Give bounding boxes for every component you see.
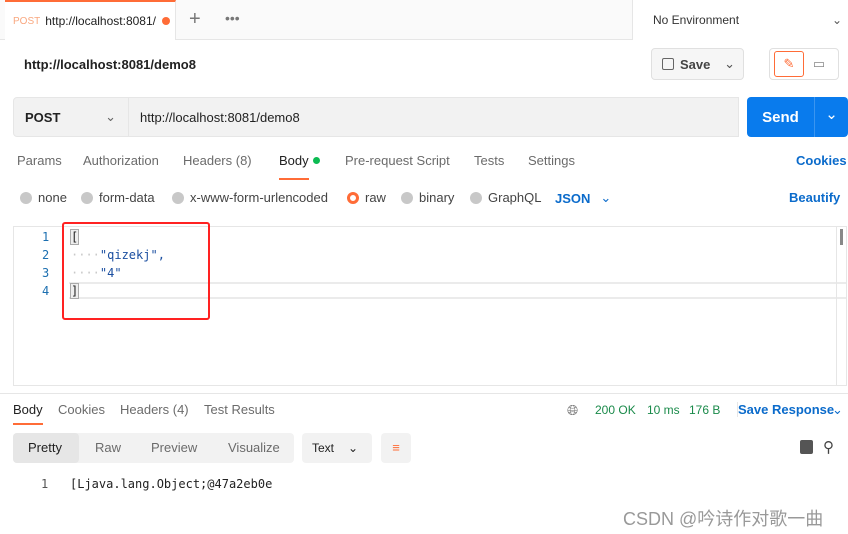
body-indicator-icon (313, 157, 320, 164)
tab-headers[interactable]: Headers (8) (183, 153, 252, 168)
radio-label: form-data (99, 190, 155, 205)
line-number: 3 (42, 266, 50, 280)
tab-body[interactable]: Body (279, 153, 309, 180)
tab-settings[interactable]: Settings (528, 153, 575, 168)
request-tab[interactable]: POST http://localhost:8081/ (5, 0, 176, 40)
radio-raw[interactable]: raw (347, 190, 386, 205)
radio-binary[interactable]: binary (401, 190, 454, 205)
radio-label: x-www-form-urlencoded (190, 190, 328, 205)
save-icon (662, 58, 674, 70)
tab-authorization[interactable]: Authorization (83, 153, 159, 168)
view-pretty[interactable]: Pretty (28, 440, 62, 455)
environment-select[interactable]: No Environment ⌄ (632, 0, 848, 40)
tab-title: http://localhost:8081/ (45, 14, 156, 28)
radio-icon (81, 191, 93, 204)
watermark: CSDN @吟诗作对歌一曲 (623, 509, 824, 529)
tab-response-body[interactable]: Body (13, 402, 43, 425)
status-code: 200 OK (595, 403, 636, 417)
line-number: 4 (42, 284, 50, 298)
line-number: 1 (41, 477, 49, 491)
format-select[interactable]: JSON ⌄ (555, 190, 611, 206)
tab-pre-request-script[interactable]: Pre-request Script (345, 153, 450, 168)
tab-test-results[interactable]: Test Results (204, 402, 275, 417)
globe-icon: 🌐︎ (567, 402, 579, 418)
edit-icon[interactable]: ✎ (774, 51, 804, 77)
radio-icon (470, 191, 482, 204)
response-text: [Ljava.lang.Object;@47a2eb0e (70, 477, 273, 491)
unsaved-dot-icon (161, 17, 170, 25)
radio-urlencoded[interactable]: x-www-form-urlencoded (172, 190, 328, 205)
chevron-down-icon: ⌄ (348, 441, 359, 455)
chevron-down-icon: ⌄ (831, 13, 842, 27)
save-label: Save (680, 56, 711, 72)
chevron-down-icon: ⌄ (105, 109, 116, 124)
new-tab-icon[interactable]: + (189, 8, 201, 31)
chevron-down-icon[interactable]: ⌄ (814, 97, 848, 137)
save-response-button[interactable]: Save Response (737, 402, 834, 417)
tab-tests[interactable]: Tests (474, 153, 504, 168)
save-button[interactable]: Save ⌄ (651, 48, 744, 80)
view-visualize[interactable]: Visualize (228, 440, 280, 455)
method-select[interactable]: POST ⌄ (13, 97, 129, 137)
search-icon[interactable]: ⚲ (823, 438, 834, 456)
radio-icon (401, 191, 413, 204)
send-button[interactable]: Send ⌄ (747, 97, 848, 137)
copy-icon[interactable] (800, 440, 813, 454)
radio-selected-icon (347, 191, 359, 204)
tab-params[interactable]: Params (17, 153, 62, 168)
divider (0, 393, 848, 394)
beautify-link[interactable]: Beautify (789, 190, 840, 205)
format-label: JSON (555, 190, 591, 206)
tab-response-headers[interactable]: Headers (4) (120, 402, 189, 417)
tab-method: POST (13, 15, 41, 27)
url-input[interactable]: http://localhost:8081/demo8 (129, 97, 739, 137)
response-time: 10 ms (647, 403, 680, 417)
send-label: Send (762, 108, 799, 126)
cookies-link[interactable]: Cookies (796, 153, 847, 168)
request-name: http://localhost:8081/demo8 (24, 57, 196, 72)
environment-label: No Environment (653, 13, 740, 27)
view-mode-tabs: Pretty Raw Preview Visualize (13, 433, 294, 463)
highlight-box (62, 222, 210, 320)
line-number: 1 (42, 230, 50, 244)
radio-label: none (38, 190, 67, 205)
view-toggle[interactable]: ✎ ▭ (769, 48, 839, 80)
more-icon[interactable]: ••• (225, 10, 240, 26)
comment-icon[interactable]: ▭ (804, 56, 834, 72)
tab-response-cookies[interactable]: Cookies (58, 402, 105, 417)
chevron-down-icon[interactable]: ⌄ (832, 402, 843, 418)
view-preview[interactable]: Preview (151, 440, 197, 455)
radio-form-data[interactable]: form-data (81, 190, 155, 205)
radio-label: raw (365, 190, 386, 205)
chevron-down-icon: ⌄ (724, 56, 735, 71)
radio-graphql[interactable]: GraphQL (470, 190, 541, 205)
scrollbar[interactable] (836, 227, 846, 385)
radio-icon (172, 191, 184, 204)
response-size: 176 B (689, 403, 721, 417)
method-label: POST (25, 109, 61, 125)
view-raw[interactable]: Raw (95, 440, 121, 455)
response-format-select[interactable]: Text ⌄ (302, 433, 372, 463)
radio-none[interactable]: none (20, 190, 67, 205)
chevron-down-icon: ⌄ (600, 190, 612, 205)
wrap-lines-icon[interactable]: ≡ (381, 433, 411, 463)
radio-label: binary (419, 190, 455, 205)
radio-icon (20, 191, 32, 204)
response-format-label: Text (312, 441, 335, 455)
line-number: 2 (42, 248, 50, 262)
radio-label: GraphQL (488, 190, 542, 205)
